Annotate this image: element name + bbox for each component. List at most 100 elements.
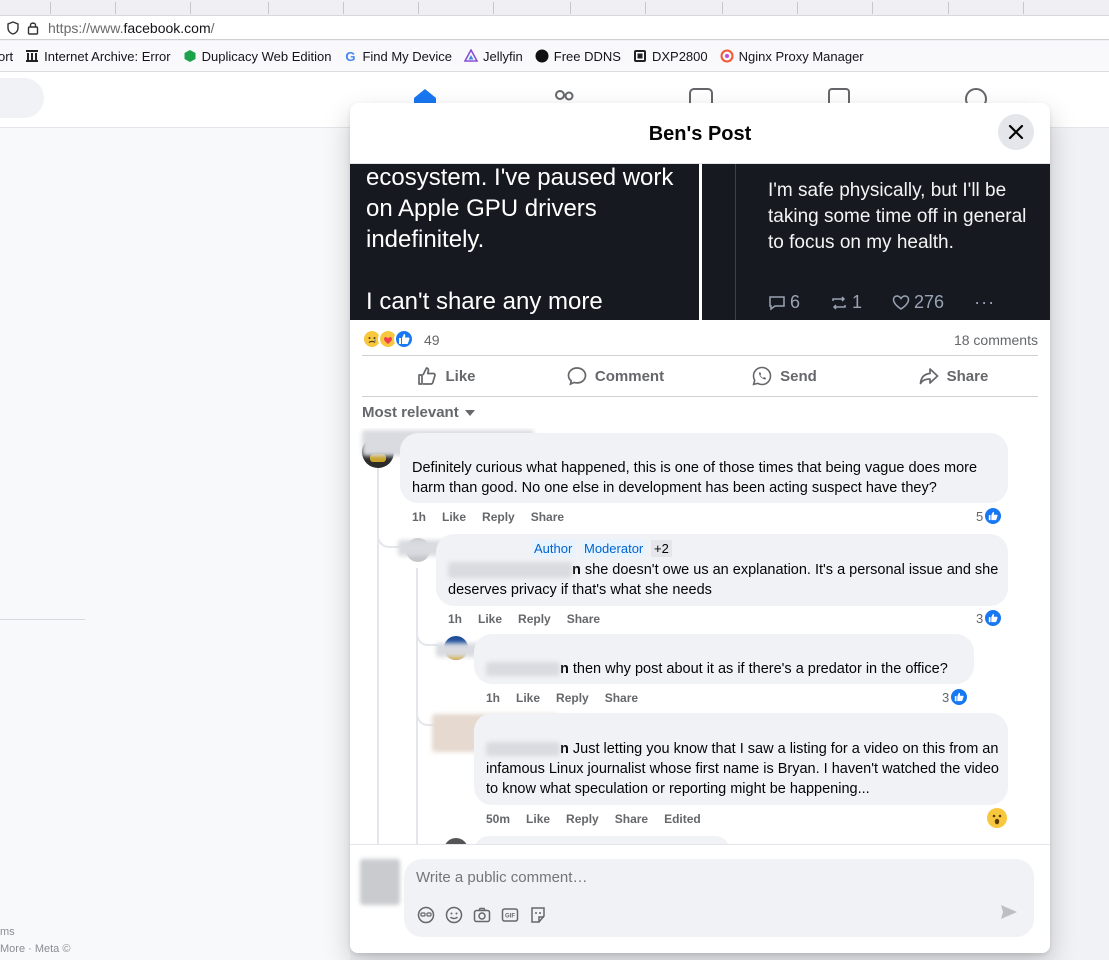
wow-reaction-icon[interactable] (987, 808, 1007, 828)
svg-text:GIF: GIF (505, 914, 515, 920)
heart-icon (892, 294, 910, 310)
comment-edited-label[interactable]: Edited (664, 812, 701, 826)
comment-like-count[interactable]: 3 (976, 609, 1003, 627)
bookmark-partial[interactable]: ort (0, 49, 13, 64)
comment-share-button[interactable]: Share (615, 812, 648, 826)
comment-text: n then why post about it as if there's a… (486, 659, 966, 679)
image-divider (699, 164, 702, 320)
post-actions: Like Comment Send Share (362, 355, 1038, 397)
emoji-icon[interactable] (444, 905, 464, 925)
comments-canvas: Definitely curious what happened, this i… (350, 428, 1050, 844)
reactions-count[interactable]: 49 (424, 332, 440, 348)
bookmark-internet-archive[interactable]: Internet Archive: Error (25, 49, 171, 64)
comment-bubble: Definitely curious what happened, this i… (400, 433, 1008, 503)
comment-reply-button[interactable]: Reply (482, 510, 515, 524)
like-count-number: 3 (976, 610, 984, 626)
comment-time[interactable]: 50m (486, 812, 510, 826)
comment-icon (567, 367, 587, 386)
comment-reply-button[interactable]: Reply (566, 812, 599, 826)
send-comment-icon[interactable] (1000, 903, 1018, 926)
like-badge-icon (984, 507, 1003, 525)
close-button[interactable] (998, 114, 1034, 150)
lock-icon[interactable] (26, 21, 40, 35)
comment-like-button[interactable]: Like (478, 612, 502, 626)
mention-tail: n (560, 741, 569, 757)
modal-header: Ben's Post (350, 103, 1050, 164)
comment-meta: 1h Like Reply Share (486, 691, 654, 705)
comment-share-button[interactable]: Share (531, 510, 564, 524)
image-left-paragraph-2: I can't share any more (366, 288, 603, 315)
comment-like-button[interactable]: Like (526, 812, 550, 826)
shield-icon[interactable] (6, 20, 20, 35)
repost-icon (832, 295, 846, 310)
thread-line (377, 468, 379, 844)
author-badge[interactable]: Author (531, 540, 576, 557)
comments-count[interactable]: 18 comments (954, 332, 1038, 348)
comment-like-count[interactable]: 3 (942, 688, 969, 706)
comment-share-button[interactable]: Share (567, 612, 600, 626)
more-badges[interactable]: +2 (651, 540, 672, 557)
share-label: Share (946, 367, 989, 385)
image-reposts-count: 1 (852, 292, 863, 312)
gif-icon[interactable]: GIF (500, 905, 520, 925)
camera-icon[interactable] (472, 905, 492, 925)
share-arrow-icon (919, 368, 938, 385)
like-badge-icon (984, 609, 1003, 627)
bookmark-label: Nginx Proxy Manager (738, 48, 864, 64)
footer-more[interactable]: More · Meta © (0, 943, 70, 955)
footer-terms[interactable]: ms (0, 926, 15, 938)
url-prefix: https://www. (48, 19, 124, 36)
bookmark-duplicacy[interactable]: Duplicacy Web Edition (183, 48, 332, 64)
comment-button[interactable]: Comment (531, 356, 700, 396)
comment-meta: 50m Like Reply Share Edited (486, 812, 717, 826)
bookmark-jellyfin[interactable]: Jellyfin (464, 49, 523, 64)
comment-time[interactable]: 1h (412, 510, 426, 524)
like-count-number: 5 (976, 508, 984, 524)
url-suffix: / (210, 19, 215, 36)
composer-icons: GIF (416, 905, 556, 925)
bookmark-nginx-proxy-manager[interactable]: Nginx Proxy Manager (720, 49, 864, 64)
archive-icon (25, 49, 39, 63)
nas-icon (633, 49, 647, 63)
bookmark-label: Duplicacy Web Edition (201, 48, 332, 64)
image-left-paragraph: ecosystem. I've paused work on Apple GPU… (366, 164, 674, 253)
bookmark-free-ddns[interactable]: Free DDNS (535, 49, 621, 64)
image-likes-count: 276 (914, 292, 945, 312)
url-text[interactable]: https://www.facebook.com/ (48, 20, 215, 36)
moderator-badge[interactable]: Moderator (581, 540, 647, 557)
comment-meta: 1h Like Reply Share (412, 510, 580, 524)
image-post-stats: 6 1 276 ··· (768, 292, 1025, 313)
comment-reply-button[interactable]: Reply (556, 691, 589, 705)
comment-time[interactable]: 1h (486, 691, 500, 705)
comment-like-count[interactable]: 5 (976, 507, 1003, 525)
facebook-search[interactable] (0, 78, 44, 118)
reaction-icons[interactable] (362, 329, 414, 349)
sticker-icon[interactable] (528, 905, 548, 925)
mention-tail: n (560, 661, 569, 677)
bookmark-label: Free DDNS (553, 48, 621, 64)
caret-down-icon (464, 409, 475, 416)
avatar-sticker-icon[interactable] (416, 905, 436, 925)
post-image[interactable]: ecosystem. I've paused work on Apple GPU… (350, 164, 1050, 320)
whatsapp-icon (752, 366, 772, 386)
comment-like-button[interactable]: Like (516, 691, 540, 705)
image-left-text: ecosystem. I've paused work on Apple GPU… (366, 164, 696, 317)
like-button[interactable]: Like (362, 356, 531, 396)
my-avatar-redacted[interactable] (360, 859, 400, 905)
comment-time[interactable]: 1h (448, 612, 462, 626)
thread-connector (416, 626, 438, 646)
bookmark-find-my-device[interactable]: G Find My Device (343, 49, 452, 64)
comment-input[interactable] (416, 869, 976, 886)
bookmark-dxp2800[interactable]: DXP2800 (633, 49, 708, 64)
sort-dropdown[interactable]: Most relevant (362, 404, 475, 421)
send-button[interactable]: Send (700, 356, 869, 396)
url-bar[interactable]: https://www.facebook.com/ (0, 16, 1109, 40)
duplicacy-icon (183, 49, 197, 63)
share-button[interactable]: Share (869, 356, 1038, 396)
comment-like-button[interactable]: Like (442, 510, 466, 524)
bookmark-label: DXP2800 (651, 48, 708, 64)
comment-reply-button[interactable]: Reply (518, 612, 551, 626)
comment-share-button[interactable]: Share (605, 691, 638, 705)
browser-tab-strip[interactable] (0, 0, 1109, 16)
comment-composer[interactable]: GIF (404, 859, 1034, 937)
